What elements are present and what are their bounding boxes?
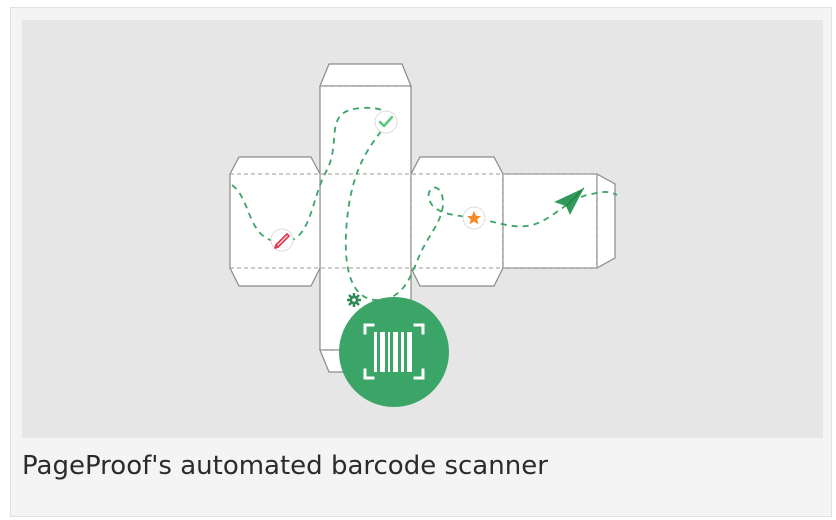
check-icon [374, 110, 398, 134]
net-top-flap [319, 63, 412, 87]
net-end-tab [596, 172, 616, 270]
star-icon [462, 206, 486, 230]
barcode-badge [339, 297, 449, 407]
media-card: PageProof's automated barcode scanner [10, 7, 832, 517]
caption: PageProof's automated barcode scanner [22, 451, 548, 481]
pencil-icon [270, 228, 294, 252]
net-left-panel [229, 156, 321, 287]
illustration-frame [22, 20, 823, 438]
box-net-illustration [229, 63, 618, 407]
gear-icon [347, 293, 361, 307]
net-far-panel [502, 173, 598, 269]
net-right-panel [410, 156, 504, 287]
